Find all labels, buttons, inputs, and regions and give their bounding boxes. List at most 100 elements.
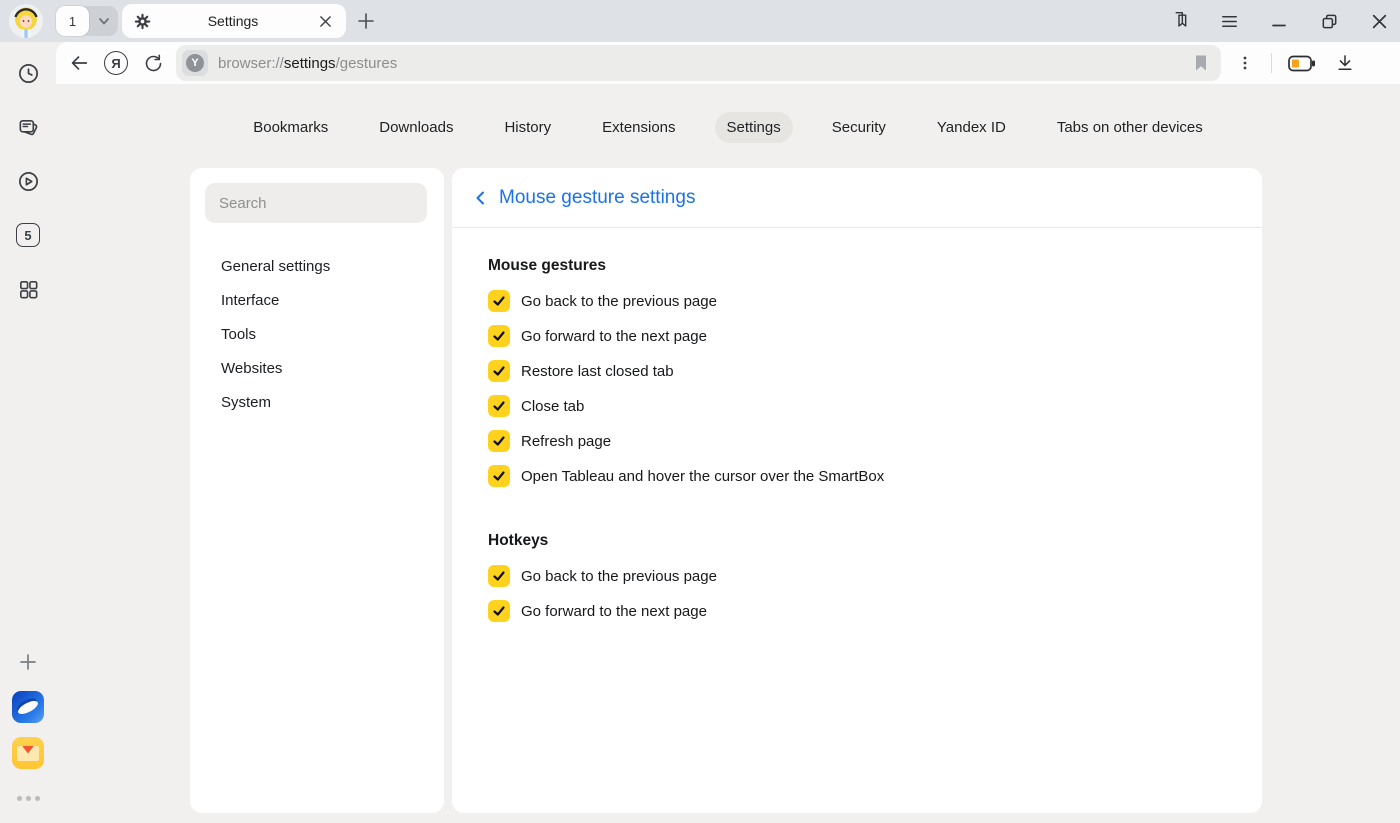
browser-tab-settings[interactable]: Settings bbox=[122, 4, 346, 38]
option-open-tableau[interactable]: Open Tableau and hover the cursor over t… bbox=[488, 465, 1226, 487]
gesture-settings-body: Mouse gestures Go back to the previous p… bbox=[452, 228, 1262, 622]
video-button[interactable] bbox=[13, 166, 43, 196]
checkbox-checked[interactable] bbox=[488, 360, 510, 382]
rail-more-button[interactable] bbox=[13, 783, 43, 813]
nav-tab-settings[interactable]: Settings bbox=[715, 112, 793, 143]
check-icon bbox=[492, 469, 506, 483]
restore-button[interactable] bbox=[1318, 10, 1340, 32]
yandex-mail-app-icon[interactable] bbox=[12, 737, 44, 769]
kebab-icon bbox=[1237, 55, 1253, 71]
sidebar-item-general-settings[interactable]: General settings bbox=[205, 249, 429, 283]
browser-page-icon: Y bbox=[186, 54, 204, 72]
plus-icon bbox=[357, 12, 375, 30]
gesture-settings-header[interactable]: Mouse gesture settings bbox=[452, 168, 1262, 228]
sidebar-item-system[interactable]: System bbox=[205, 385, 429, 419]
section-heading-mouse-gestures: Mouse gestures bbox=[488, 257, 1226, 275]
url-host: settings bbox=[284, 55, 336, 72]
option-label: Refresh page bbox=[521, 433, 611, 450]
play-circle-icon bbox=[17, 170, 40, 193]
refresh-button[interactable] bbox=[138, 48, 168, 78]
back-button[interactable] bbox=[64, 48, 94, 78]
nav-tab-bookmarks[interactable]: Bookmarks bbox=[241, 112, 340, 143]
checkbox-checked[interactable] bbox=[488, 565, 510, 587]
tab-group: 1 bbox=[56, 6, 118, 36]
checkbox-checked[interactable] bbox=[488, 290, 510, 312]
check-icon bbox=[492, 294, 506, 308]
yandex-browser-app-icon[interactable] bbox=[12, 691, 44, 723]
tabs-panel-button[interactable]: 5 bbox=[13, 220, 43, 250]
option-refresh-page[interactable]: Refresh page bbox=[488, 430, 1226, 452]
page-title[interactable]: Mouse gesture settings bbox=[499, 187, 695, 209]
minimize-icon bbox=[1270, 12, 1288, 30]
nav-tab-security[interactable]: Security bbox=[820, 112, 898, 143]
close-window-button[interactable] bbox=[1368, 10, 1390, 32]
tab-close-button[interactable] bbox=[314, 10, 336, 32]
browser-menu-button[interactable] bbox=[1218, 10, 1240, 32]
check-icon bbox=[492, 604, 506, 618]
url-text[interactable]: browser://settings/gestures bbox=[218, 55, 1189, 72]
dot bbox=[26, 796, 31, 801]
checkbox-checked[interactable] bbox=[488, 600, 510, 622]
rail-bottom-icons bbox=[12, 647, 44, 813]
dot bbox=[17, 796, 22, 801]
close-icon bbox=[1371, 13, 1388, 30]
tab-count-badge: 5 bbox=[16, 223, 40, 247]
nav-tab-other-devices[interactable]: Tabs on other devices bbox=[1045, 112, 1215, 143]
hotkey-go-forward[interactable]: Go forward to the next page bbox=[488, 600, 1226, 622]
option-close-tab[interactable]: Close tab bbox=[488, 395, 1226, 417]
nav-tab-history[interactable]: History bbox=[492, 112, 563, 143]
feed-button[interactable] bbox=[13, 112, 43, 142]
services-button[interactable] bbox=[13, 274, 43, 304]
address-bar[interactable]: Y browser://settings/gestures bbox=[176, 45, 1221, 81]
minimize-button[interactable] bbox=[1268, 10, 1290, 32]
toolbar-right bbox=[1233, 50, 1358, 76]
more-options-button[interactable] bbox=[1233, 51, 1257, 75]
nav-tab-downloads[interactable]: Downloads bbox=[367, 112, 465, 143]
option-go-forward[interactable]: Go forward to the next page bbox=[488, 325, 1226, 347]
site-badge[interactable]: Y bbox=[182, 50, 208, 76]
downloads-button[interactable] bbox=[1332, 50, 1358, 76]
option-label: Go back to the previous page bbox=[521, 293, 717, 310]
history-button[interactable] bbox=[13, 58, 43, 88]
sidebar-rail: 5 bbox=[0, 42, 56, 823]
option-go-back[interactable]: Go back to the previous page bbox=[488, 290, 1226, 312]
sidebar-item-websites[interactable]: Websites bbox=[205, 351, 429, 385]
bookmark-page-button[interactable] bbox=[1189, 51, 1213, 75]
battery-saver-button[interactable] bbox=[1286, 51, 1318, 75]
clock-icon bbox=[17, 62, 40, 85]
panels-icon bbox=[1169, 11, 1189, 31]
settings-page: Bookmarks Downloads History Extensions S… bbox=[56, 84, 1400, 823]
checkbox-checked[interactable] bbox=[488, 325, 510, 347]
option-restore-tab[interactable]: Restore last closed tab bbox=[488, 360, 1226, 382]
checkbox-checked[interactable] bbox=[488, 465, 510, 487]
avatar-illustration bbox=[9, 4, 43, 38]
yandex-home-button[interactable]: Я bbox=[104, 51, 128, 75]
restore-icon bbox=[1320, 12, 1339, 31]
sidebar-item-tools[interactable]: Tools bbox=[205, 317, 429, 351]
search-input[interactable] bbox=[205, 183, 427, 223]
option-label: Close tab bbox=[521, 398, 584, 415]
option-label: Go forward to the next page bbox=[521, 603, 707, 620]
check-icon bbox=[492, 364, 506, 378]
close-icon bbox=[319, 15, 332, 28]
add-panel-button[interactable] bbox=[13, 647, 43, 677]
back-to-settings-button[interactable] bbox=[469, 186, 493, 210]
hotkey-go-back[interactable]: Go back to the previous page bbox=[488, 565, 1226, 587]
nav-tab-yandex-id[interactable]: Yandex ID bbox=[925, 112, 1018, 143]
nav-tab-extensions[interactable]: Extensions bbox=[590, 112, 687, 143]
tab-group-counter[interactable]: 1 bbox=[56, 6, 89, 36]
check-icon bbox=[492, 434, 506, 448]
user-avatar[interactable] bbox=[9, 4, 43, 38]
bookmark-icon bbox=[1193, 54, 1209, 72]
check-icon bbox=[492, 399, 506, 413]
settings-menu: General settings Interface Tools Website… bbox=[205, 249, 429, 419]
checkbox-checked[interactable] bbox=[488, 430, 510, 452]
check-icon bbox=[492, 569, 506, 583]
new-tab-button[interactable] bbox=[354, 9, 378, 33]
side-panel-button[interactable] bbox=[1168, 10, 1190, 32]
settings-nav: Bookmarks Downloads History Extensions S… bbox=[56, 112, 1400, 143]
checkbox-checked[interactable] bbox=[488, 395, 510, 417]
sidebar-item-interface[interactable]: Interface bbox=[205, 283, 429, 317]
option-label: Go forward to the next page bbox=[521, 328, 707, 345]
tab-group-expand-button[interactable] bbox=[89, 13, 118, 29]
